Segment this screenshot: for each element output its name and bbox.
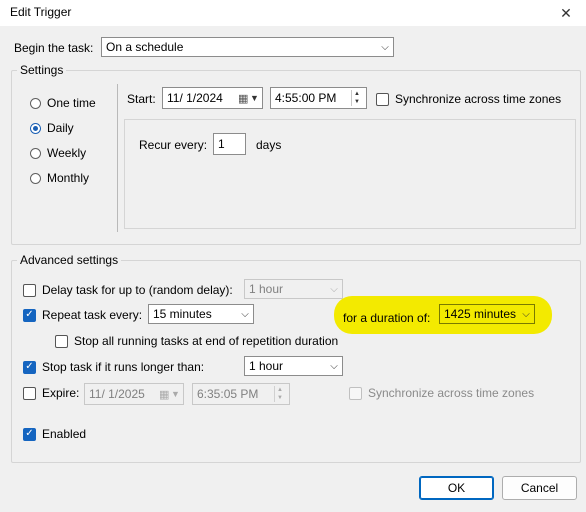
start-date-value: 11/ 1/2024 [167,91,223,105]
enabled-checkbox[interactable]: ✓ Enabled [23,427,86,441]
delay-task-label: Delay task for up to (random delay): [42,283,233,297]
settings-legend: Settings [17,63,67,77]
checkbox[interactable] [23,386,36,400]
chevron-down-icon: ⌵ [381,41,389,53]
checkbox[interactable] [55,334,68,348]
calendar-icon[interactable]: ▦ [238,92,250,105]
spin-down-icon[interactable]: ▼ [354,98,366,106]
stop-longer-label: Stop task if it runs longer than: [42,360,205,374]
expire-time-field[interactable]: 6:35:05 PM ▲ ▼ [192,383,290,405]
close-icon[interactable]: ✕ [546,0,586,26]
checkbox-checked[interactable]: ✓ [23,360,36,374]
settings-divider [117,84,118,232]
start-label: Start: [127,92,156,106]
cancel-button[interactable]: Cancel [502,476,577,500]
radio-button[interactable] [30,147,41,159]
recur-unit: days [256,138,282,152]
expire-date-value: 11/ 1/2025 [89,387,145,401]
enabled-label: Enabled [42,427,87,441]
repeat-interval-value: 15 minutes [153,307,212,321]
delay-value: 1 hour [249,282,284,296]
radio-one-time-label: One time [47,96,96,110]
recur-days-value: 1 [218,137,225,151]
radio-one-time[interactable]: One time [30,96,96,110]
checkbox[interactable] [376,92,389,106]
duration-dropdown[interactable]: 1425 minutes ⌵ [439,304,535,324]
expire-label: Expire: [42,386,80,400]
radio-monthly[interactable]: Monthly [30,171,89,185]
radio-weekly[interactable]: Weekly [30,146,86,160]
radio-weekly-label: Weekly [47,146,87,160]
delay-task-checkbox[interactable]: Delay task for up to (random delay): [23,283,233,297]
radio-daily[interactable]: Daily [30,121,74,135]
delay-dropdown[interactable]: 1 hour ⌵ [244,279,343,299]
begin-task-label: Begin the task: [14,41,94,55]
checkbox-checked[interactable]: ✓ [23,308,36,322]
checkbox-checked[interactable]: ✓ [23,427,36,441]
expire-sync-checkbox[interactable]: Synchronize across time zones [349,386,534,400]
checkbox-disabled[interactable] [349,386,362,400]
radio-button[interactable] [30,97,41,109]
repeat-task-label: Repeat task every: [42,308,143,322]
stop-longer-value: 1 hour [249,359,284,373]
recur-label: Recur every: [139,138,208,152]
radio-monthly-label: Monthly [47,171,90,185]
radio-button-selected[interactable] [30,122,41,134]
recurrence-panel [124,119,576,229]
chevron-down-icon[interactable]: ▼ [250,93,262,103]
chevron-down-icon[interactable]: ▼ [171,389,183,399]
advanced-settings-legend: Advanced settings [17,253,122,267]
stop-longer-checkbox[interactable]: ✓ Stop task if it runs longer than: [23,360,204,374]
recur-days-input[interactable]: 1 [213,133,246,155]
repeat-interval-dropdown[interactable]: 15 minutes ⌵ [148,304,254,324]
time-spinner[interactable]: ▲ ▼ [351,90,366,106]
calendar-icon[interactable]: ▦ [159,388,171,401]
start-time-field[interactable]: 4:55:00 PM ▲ ▼ [270,87,367,109]
spin-up-icon[interactable]: ▲ [277,386,289,394]
checkbox[interactable] [23,283,36,297]
repeat-task-checkbox[interactable]: ✓ Repeat task every: [23,308,142,322]
chevron-down-icon: ⌵ [241,308,249,320]
expire-date-picker[interactable]: 11/ 1/2025 ▦ ▼ [84,383,184,405]
stop-running-tasks-label: Stop all running tasks at end of repetit… [74,334,339,348]
time-spinner[interactable]: ▲ ▼ [274,386,289,402]
title-bar [0,0,586,26]
begin-task-value: On a schedule [106,40,184,54]
stop-longer-dropdown[interactable]: 1 hour ⌵ [244,356,343,376]
radio-daily-label: Daily [47,121,74,135]
window-title: Edit Trigger [10,5,72,19]
chevron-down-icon: ⌵ [522,308,530,320]
expire-checkbox[interactable]: Expire: [23,386,79,400]
duration-label: for a duration of: [343,311,431,325]
chevron-down-icon: ⌵ [330,283,338,295]
duration-value: 1425 minutes [444,307,517,321]
start-time-value: 4:55:00 PM [275,91,337,105]
radio-button[interactable] [30,172,41,184]
sync-time-zones-checkbox[interactable]: Synchronize across time zones [376,92,561,106]
expire-time-value: 6:35:05 PM [197,387,259,401]
start-date-picker[interactable]: 11/ 1/2024 ▦ ▼ [162,87,263,109]
spin-up-icon[interactable]: ▲ [354,90,366,98]
sync-time-zones-label: Synchronize across time zones [395,92,562,106]
begin-task-dropdown[interactable]: On a schedule ⌵ [101,37,394,57]
chevron-down-icon: ⌵ [330,360,338,372]
expire-sync-label: Synchronize across time zones [368,386,535,400]
spin-down-icon[interactable]: ▼ [277,394,289,402]
ok-button[interactable]: OK [419,476,494,500]
stop-running-tasks-checkbox[interactable]: Stop all running tasks at end of repetit… [55,334,338,348]
